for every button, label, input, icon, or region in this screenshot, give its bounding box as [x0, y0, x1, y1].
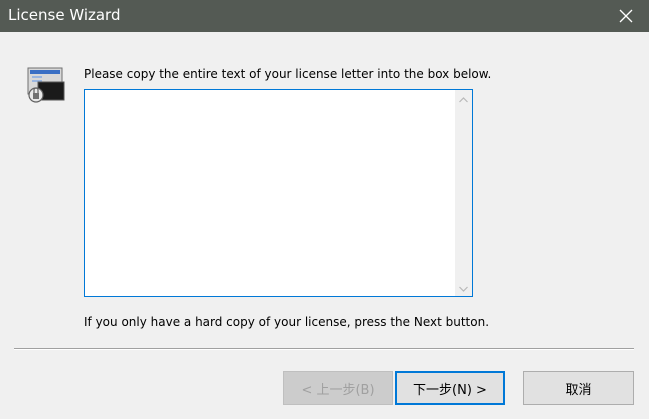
close-icon: [619, 9, 633, 23]
license-text-input[interactable]: [85, 90, 456, 296]
next-button[interactable]: 下一步(N) >: [395, 371, 505, 405]
scroll-down-button[interactable]: [455, 279, 472, 296]
chevron-up-icon: [459, 92, 468, 106]
instruction-text: Please copy the entire text of your lice…: [84, 67, 492, 81]
chevron-down-icon: [459, 281, 468, 295]
hint-text: If you only have a hard copy of your lic…: [84, 315, 490, 329]
window-title: License Wizard: [8, 6, 121, 24]
vertical-scrollbar[interactable]: [455, 90, 472, 296]
title-bar: License Wizard: [0, 0, 649, 32]
cancel-button[interactable]: 取消: [523, 371, 634, 405]
scroll-up-button[interactable]: [455, 90, 472, 107]
close-button[interactable]: [603, 0, 649, 32]
back-button[interactable]: < 上一步(B): [283, 371, 393, 405]
license-wizard-icon: [24, 64, 66, 106]
license-text-box[interactable]: [84, 89, 473, 297]
divider: [14, 348, 634, 350]
